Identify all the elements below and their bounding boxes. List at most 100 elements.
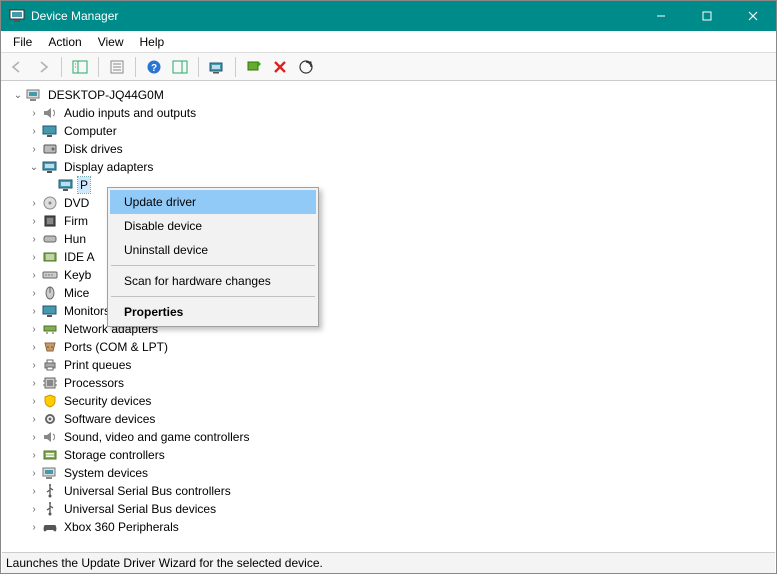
speaker-icon bbox=[42, 105, 58, 121]
tree-root[interactable]: ⌄ DESKTOP-JQ44G0M bbox=[2, 86, 775, 104]
update-driver-button[interactable] bbox=[205, 56, 229, 78]
tree-item-disk[interactable]: › Disk drives bbox=[2, 140, 775, 158]
tree-item-label: DVD bbox=[62, 195, 91, 211]
port-icon bbox=[42, 339, 58, 355]
tree-item-label: System devices bbox=[62, 465, 150, 481]
gear-icon bbox=[42, 411, 58, 427]
titlebar: Device Manager bbox=[1, 1, 776, 31]
tree-item-computer[interactable]: › Computer bbox=[2, 122, 775, 140]
tree-item-label: Xbox 360 Peripherals bbox=[62, 519, 181, 535]
expand-icon[interactable]: › bbox=[26, 123, 42, 139]
tree-item-label: Processors bbox=[62, 375, 126, 391]
window-buttons bbox=[638, 1, 776, 31]
tree-item-xbox[interactable]: › Xbox 360 Peripherals bbox=[2, 518, 775, 536]
properties-button[interactable] bbox=[105, 56, 129, 78]
expand-icon[interactable]: › bbox=[26, 357, 42, 373]
tree-item-audio[interactable]: › Audio inputs and outputs bbox=[2, 104, 775, 122]
context-menu-separator bbox=[111, 296, 315, 297]
expand-icon[interactable]: › bbox=[26, 213, 42, 229]
expand-icon[interactable]: › bbox=[26, 375, 42, 391]
toolbar-separator bbox=[61, 57, 62, 77]
tree-item-label: Monitors bbox=[62, 303, 112, 319]
tree-item-sound[interactable]: › Sound, video and game controllers bbox=[2, 428, 775, 446]
maximize-button[interactable] bbox=[684, 1, 730, 31]
device-manager-icon bbox=[9, 8, 25, 24]
disk-icon bbox=[42, 141, 58, 157]
monitor-icon bbox=[42, 303, 58, 319]
expand-icon[interactable]: › bbox=[26, 501, 42, 517]
tree-item-ports[interactable]: › Ports (COM & LPT) bbox=[2, 338, 775, 356]
menu-file[interactable]: File bbox=[5, 33, 40, 51]
menu-help[interactable]: Help bbox=[132, 33, 173, 51]
forward-button bbox=[31, 56, 55, 78]
expand-icon[interactable]: › bbox=[26, 393, 42, 409]
hid-icon bbox=[42, 231, 58, 247]
toolbar-separator bbox=[98, 57, 99, 77]
help-button[interactable]: ? bbox=[142, 56, 166, 78]
tree-item-label: Disk drives bbox=[62, 141, 125, 157]
tree-item-system[interactable]: › System devices bbox=[2, 464, 775, 482]
expand-icon[interactable]: › bbox=[26, 267, 42, 283]
toolbar: ? bbox=[1, 53, 776, 81]
context-menu-uninstall-device[interactable]: Uninstall device bbox=[110, 238, 316, 262]
expand-icon[interactable]: › bbox=[26, 465, 42, 481]
expand-icon[interactable]: › bbox=[26, 411, 42, 427]
minimize-button[interactable] bbox=[638, 1, 684, 31]
expand-icon[interactable]: › bbox=[26, 303, 42, 319]
show-hide-console-tree-button[interactable] bbox=[68, 56, 92, 78]
toolbar-separator bbox=[235, 57, 236, 77]
collapse-icon[interactable]: ⌄ bbox=[26, 159, 42, 175]
context-menu-scan-hardware[interactable]: Scan for hardware changes bbox=[110, 269, 316, 293]
uninstall-device-button[interactable] bbox=[268, 56, 292, 78]
expand-icon[interactable]: › bbox=[26, 105, 42, 121]
tree-item-print-queues[interactable]: › Print queues bbox=[2, 356, 775, 374]
menu-view[interactable]: View bbox=[90, 33, 132, 51]
system-icon bbox=[42, 465, 58, 481]
expand-icon[interactable]: › bbox=[26, 231, 42, 247]
mouse-icon bbox=[42, 285, 58, 301]
expand-icon[interactable]: › bbox=[26, 339, 42, 355]
tree-item-software[interactable]: › Software devices bbox=[2, 410, 775, 428]
tree-item-storage[interactable]: › Storage controllers bbox=[2, 446, 775, 464]
expand-icon[interactable]: › bbox=[26, 429, 42, 445]
scan-hardware-button[interactable] bbox=[294, 56, 318, 78]
expand-icon[interactable]: › bbox=[26, 249, 42, 265]
computer-icon bbox=[26, 87, 42, 103]
tree-item-label: Print queues bbox=[62, 357, 133, 373]
enable-device-button[interactable] bbox=[242, 56, 266, 78]
tree-item-label: Software devices bbox=[62, 411, 157, 427]
action-pane-button[interactable] bbox=[168, 56, 192, 78]
printer-icon bbox=[42, 357, 58, 373]
context-menu-update-driver[interactable]: Update driver bbox=[110, 190, 316, 214]
toolbar-separator bbox=[198, 57, 199, 77]
speaker-icon bbox=[42, 429, 58, 445]
tree-item-usb-devices[interactable]: › Universal Serial Bus devices bbox=[2, 500, 775, 518]
chip-icon bbox=[42, 213, 58, 229]
expand-icon[interactable]: › bbox=[26, 141, 42, 157]
menu-action[interactable]: Action bbox=[40, 33, 89, 51]
expand-icon[interactable]: › bbox=[26, 519, 42, 535]
collapse-icon[interactable]: ⌄ bbox=[10, 87, 26, 103]
processor-icon bbox=[42, 375, 58, 391]
tree-item-label: Mice bbox=[62, 285, 91, 301]
back-button bbox=[5, 56, 29, 78]
tree-root-label: DESKTOP-JQ44G0M bbox=[46, 87, 166, 103]
expand-icon[interactable]: › bbox=[26, 447, 42, 463]
gamepad-icon bbox=[42, 519, 58, 535]
controller-icon bbox=[42, 249, 58, 265]
tree-item-label: IDE A bbox=[62, 249, 97, 265]
tree-item-security[interactable]: › Security devices bbox=[2, 392, 775, 410]
expand-icon[interactable]: › bbox=[26, 285, 42, 301]
expand-icon[interactable]: › bbox=[26, 483, 42, 499]
context-menu: Update driver Disable device Uninstall d… bbox=[107, 187, 319, 327]
context-menu-properties[interactable]: Properties bbox=[110, 300, 316, 324]
usb-icon bbox=[42, 501, 58, 517]
close-button[interactable] bbox=[730, 1, 776, 31]
expand-icon[interactable]: › bbox=[26, 321, 42, 337]
tree-item-display[interactable]: ⌄ Display adapters bbox=[2, 158, 775, 176]
expand-icon[interactable]: › bbox=[26, 195, 42, 211]
tree-item-processors[interactable]: › Processors bbox=[2, 374, 775, 392]
context-menu-disable-device[interactable]: Disable device bbox=[110, 214, 316, 238]
tree-item-usb-controllers[interactable]: › Universal Serial Bus controllers bbox=[2, 482, 775, 500]
network-icon bbox=[42, 321, 58, 337]
